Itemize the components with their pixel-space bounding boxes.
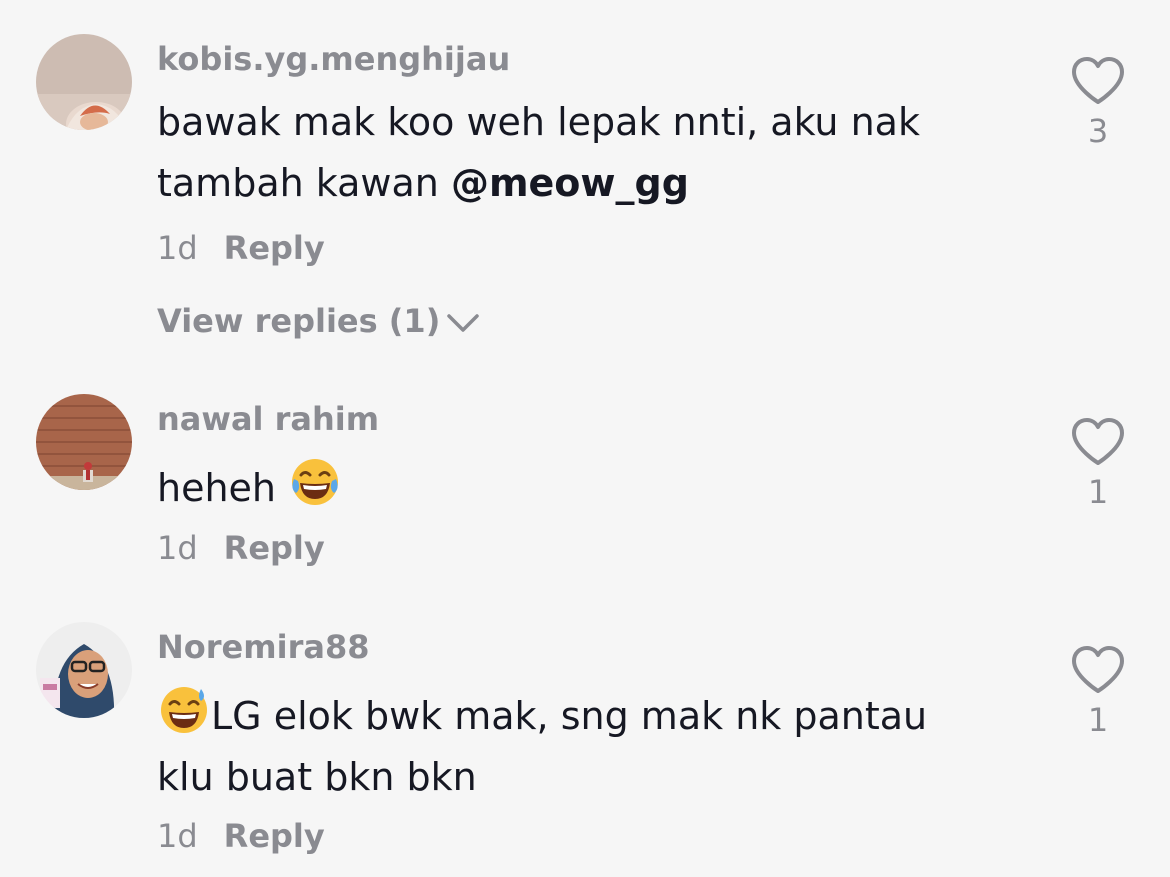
comment-text-line: bawak mak koo weh lepak nnti, aku nak xyxy=(157,100,920,144)
comment-meta: 1d Reply xyxy=(157,529,325,567)
comment-text: heheh xyxy=(157,455,1017,519)
comment-timestamp: 1d xyxy=(157,817,198,855)
reply-button[interactable]: Reply xyxy=(224,229,325,267)
comment-meta: 1d Reply xyxy=(157,817,325,855)
comment-username[interactable]: Noremira88 xyxy=(157,628,369,666)
brick-wall-avatar-icon xyxy=(36,394,132,490)
comment-text-line: klu buat bkn bkn xyxy=(157,755,477,799)
face-with-tears-of-joy-icon xyxy=(292,459,339,505)
chevron-down-icon xyxy=(447,314,480,332)
user-avatar[interactable] xyxy=(36,34,132,130)
grinning-face-with-sweat-icon xyxy=(161,687,207,733)
hijab-woman-avatar-icon xyxy=(36,622,132,718)
like-count: 1 xyxy=(1087,473,1109,511)
comment-text-fragment: tambah kawan xyxy=(157,161,451,205)
comment-meta: 1d Reply xyxy=(157,229,325,267)
reply-button[interactable]: Reply xyxy=(224,529,325,567)
comment-text-line: tambah kawan @meow_gg xyxy=(157,153,1017,214)
user-mention-link[interactable]: @meow_gg xyxy=(451,161,689,205)
comment-list: kobis.yg.menghijau bawak mak koo weh lep… xyxy=(0,0,1170,877)
like-button[interactable]: 3 xyxy=(1066,56,1130,150)
user-avatar[interactable] xyxy=(36,394,132,490)
user-avatar[interactable] xyxy=(36,622,132,718)
heart-icon xyxy=(1072,646,1124,693)
like-button[interactable]: 1 xyxy=(1066,417,1130,511)
comment-username[interactable]: nawal rahim xyxy=(157,400,379,438)
like-button[interactable]: 1 xyxy=(1066,645,1130,739)
comment-text-line: LG elok bwk mak, sng mak nk pantau xyxy=(157,683,1017,747)
like-count: 3 xyxy=(1087,112,1109,150)
reply-button[interactable]: Reply xyxy=(224,817,325,855)
view-replies-button[interactable]: View replies (1) xyxy=(157,302,480,340)
person-avatar-icon xyxy=(36,34,132,130)
comment-username[interactable]: kobis.yg.menghijau xyxy=(157,40,510,78)
comment-text-fragment: heheh xyxy=(157,466,277,510)
view-replies-label: View replies (1) xyxy=(157,302,441,340)
comment-text: bawak mak koo weh lepak nnti, aku nak ta… xyxy=(157,92,1017,214)
comment-text: LG elok bwk mak, sng mak nk pantau klu b… xyxy=(157,683,1017,808)
like-count: 1 xyxy=(1087,701,1109,739)
heart-icon xyxy=(1072,418,1124,465)
comment-timestamp: 1d xyxy=(157,529,198,567)
comment-text-fragment: LG elok bwk mak, sng mak nk pantau xyxy=(211,694,928,738)
comment-timestamp: 1d xyxy=(157,229,198,267)
heart-icon xyxy=(1072,57,1124,104)
